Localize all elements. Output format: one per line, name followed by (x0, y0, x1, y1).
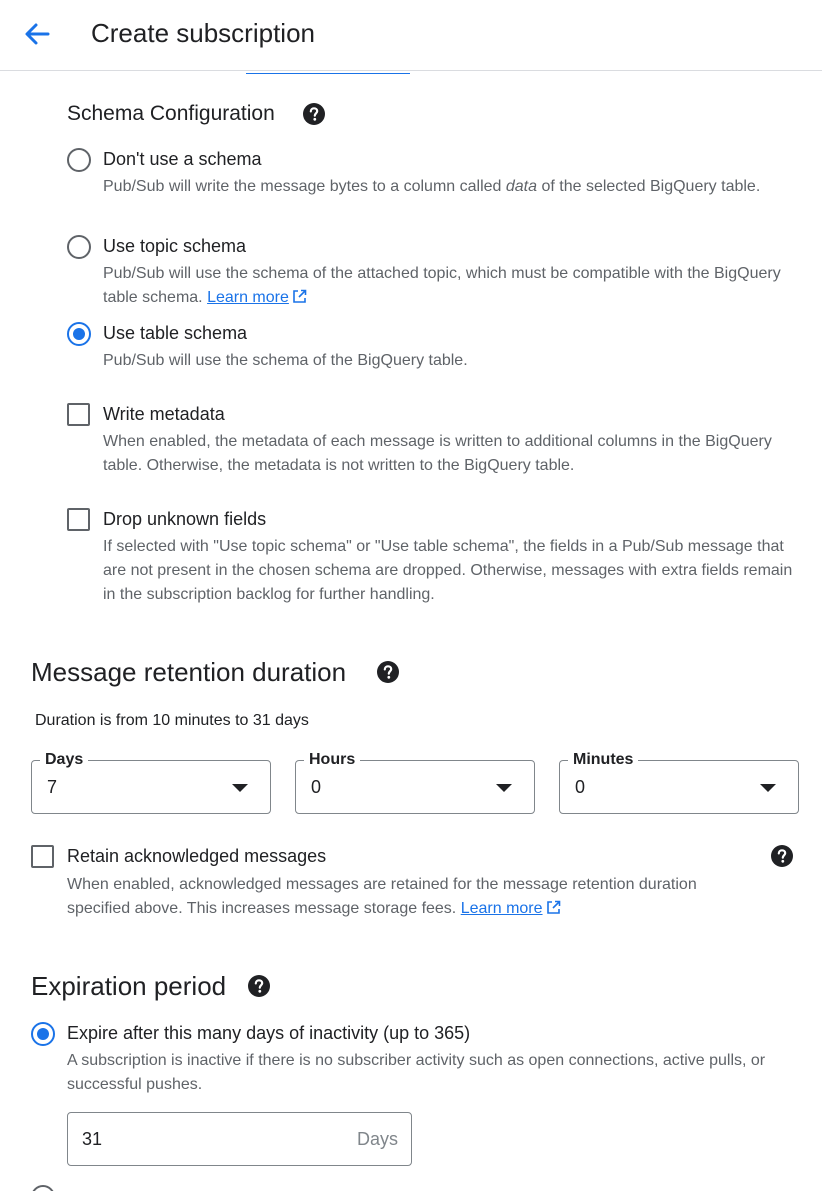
minutes-select-value: 0 (575, 777, 586, 797)
days-select[interactable]: Days 7 (31, 750, 271, 814)
help-icon[interactable] (771, 845, 793, 867)
use-topic-schema-description: Pub/Sub will use the schema of the attac… (103, 265, 781, 306)
dont-use-schema-label: Don't use a schema (103, 149, 262, 169)
radio-use-topic-schema[interactable] (67, 235, 91, 259)
data-column-name: data (505, 178, 538, 195)
drop-unknown-fields-checkbox[interactable] (67, 508, 90, 531)
retention-range-hint: Duration is from 10 minutes to 31 days (35, 712, 309, 729)
minutes-select[interactable]: Minutes 0 (559, 750, 799, 814)
hours-select-label: Hours (304, 750, 361, 770)
drop-unknown-fields-description: If selected with "Use topic schema" or "… (103, 538, 793, 603)
use-table-schema-label: Use table schema (103, 323, 248, 343)
retain-acked-checkbox[interactable] (31, 845, 54, 868)
minutes-select-label: Minutes (568, 750, 639, 770)
retain-acked-label: Retain acknowledged messages (67, 846, 327, 866)
write-metadata-checkbox[interactable] (67, 403, 90, 426)
expiration-days-input[interactable] (82, 1126, 342, 1152)
external-link-icon (546, 900, 560, 914)
use-table-schema-description: Pub/Sub will use the schema of the BigQu… (103, 352, 468, 369)
retain-acked-description: When enabled, acknowledged messages are … (67, 876, 697, 917)
radio-never-expire[interactable] (31, 1185, 55, 1191)
write-metadata-description: When enabled, the metadata of each messa… (103, 433, 772, 474)
radio-expire-after-inactivity[interactable] (31, 1022, 55, 1046)
schema-config-heading: Schema Configuration (67, 102, 275, 125)
dropdown-arrow-icon (232, 784, 248, 792)
write-metadata-label: Write metadata (103, 404, 225, 424)
app-header: Create subscription (0, 0, 822, 71)
retention-heading: Message retention duration (31, 657, 347, 687)
back-arrow-icon[interactable] (20, 17, 54, 51)
drop-unknown-fields-label: Drop unknown fields (103, 509, 267, 529)
help-icon[interactable] (248, 975, 270, 997)
hours-select[interactable]: Hours 0 (295, 750, 535, 814)
page-title: Create subscription (91, 18, 315, 48)
hours-select-value: 0 (311, 777, 322, 797)
dont-use-schema-description: Pub/Sub will write the message bytes to … (103, 178, 761, 195)
radio-dont-use-schema[interactable] (67, 148, 91, 172)
days-suffix: Days (356, 1129, 398, 1149)
dropdown-arrow-icon (496, 784, 512, 792)
dropdown-arrow-icon (760, 784, 776, 792)
expire-after-inactivity-description: A subscription is inactive if there is n… (67, 1052, 766, 1093)
use-topic-schema-label: Use topic schema (103, 236, 247, 256)
learn-more-link[interactable]: Learn more (461, 900, 543, 917)
expiration-days-field: Days (67, 1112, 412, 1166)
expiration-heading: Expiration period (31, 971, 227, 1001)
days-select-label: Days (40, 750, 89, 770)
help-icon[interactable] (303, 103, 325, 125)
help-icon[interactable] (377, 661, 399, 683)
external-link-icon (293, 289, 307, 303)
learn-more-link[interactable]: Learn more (207, 289, 289, 306)
expire-after-inactivity-label: Expire after this many days of inactivit… (67, 1023, 471, 1043)
days-select-value: 7 (47, 777, 58, 797)
radio-use-table-schema[interactable] (67, 322, 91, 346)
